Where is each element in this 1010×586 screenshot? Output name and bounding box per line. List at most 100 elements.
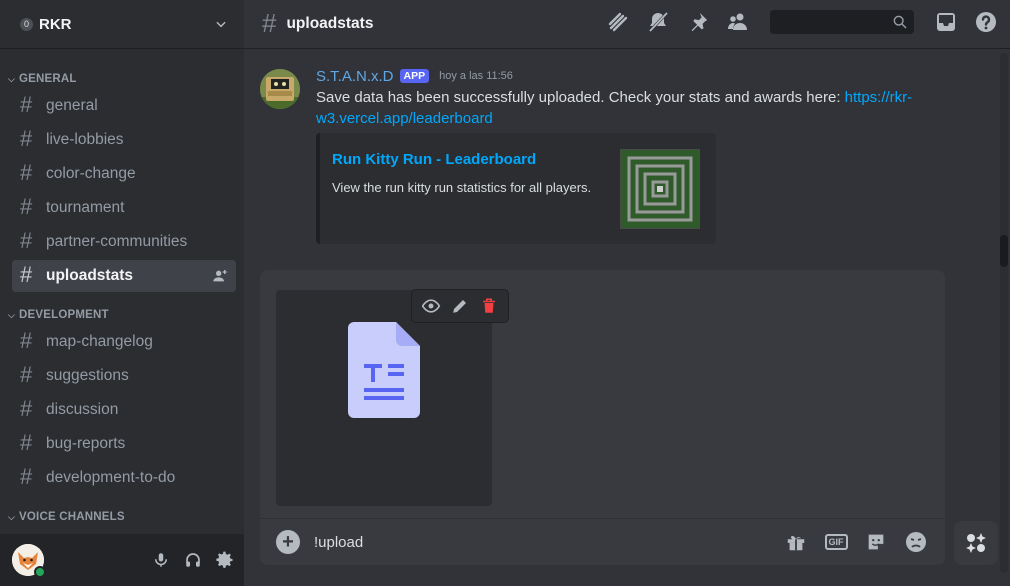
hash-icon: # (20, 328, 33, 353)
server-name: RKR (39, 15, 72, 33)
channel-label: tournament (46, 199, 125, 216)
add-attachment-button[interactable]: + (276, 530, 300, 554)
hash-icon: # (20, 160, 33, 185)
message-content: Save data has been successfully uploaded… (316, 87, 936, 129)
bot-avatar[interactable] (260, 69, 300, 109)
search-icon (893, 15, 907, 29)
channel-map-changelog[interactable]: # map-changelog (12, 326, 236, 358)
scrollbar-track[interactable] (1000, 53, 1008, 573)
file-attachment[interactable] (276, 290, 492, 506)
message-timestamp: hoy a las 11:56 (439, 70, 513, 82)
member-list-icon[interactable] (726, 10, 750, 34)
channel-discussion[interactable]: # discussion (12, 394, 236, 426)
channel-bug-reports[interactable]: # bug-reports (12, 428, 236, 460)
microphone-icon[interactable] (150, 549, 172, 571)
attachment-toolbar (412, 290, 508, 322)
link-embed: Run Kitty Run - Leaderboard View the run… (316, 133, 716, 244)
mute-notifications-icon[interactable] (646, 10, 670, 34)
embed-thumbnail[interactable] (620, 149, 700, 229)
message-author[interactable]: S.T.A.N.x.D (316, 68, 394, 85)
inbox-icon[interactable] (934, 10, 958, 34)
channel-general[interactable]: # general (12, 90, 236, 122)
app-badge: APP (399, 69, 430, 83)
message-input[interactable] (314, 533, 783, 551)
channel-tournament[interactable]: # tournament (12, 192, 236, 224)
gear-icon[interactable] (214, 549, 236, 571)
message: S.T.A.N.x.D APP hoy a las 11:56 Save dat… (260, 65, 950, 244)
channel-label: development-to-do (46, 469, 176, 486)
channel-suggestions[interactable]: # suggestions (12, 360, 236, 392)
apps-icon (966, 533, 986, 553)
chevron-down-icon: ⌵ (8, 310, 16, 320)
category-label: DEVELOPMENT (19, 309, 109, 321)
hash-icon: # (20, 262, 33, 287)
channel-color-change[interactable]: # color-change (12, 158, 236, 190)
hash-icon: # (262, 7, 277, 38)
user-panel (0, 534, 244, 586)
channel-title: uploadstats (286, 15, 374, 32)
embed-title[interactable]: Run Kitty Run - Leaderboard (332, 151, 536, 168)
category-label: VOICE CHANNELS (19, 511, 125, 523)
apps-button[interactable] (954, 521, 998, 565)
channel-sidebar: 0 RKR ⌵ GENERAL # general # live-lobbies #… (0, 0, 244, 586)
scrollbar-thumb[interactable] (1000, 235, 1008, 267)
hash-icon: # (20, 194, 33, 219)
category-general[interactable]: ⌵ GENERAL (0, 64, 244, 88)
headphones-icon[interactable] (182, 549, 204, 571)
composer-row: + GIF (260, 522, 945, 562)
channel-label: partner-communities (46, 233, 188, 250)
category-label: GENERAL (19, 73, 77, 85)
search-box[interactable] (770, 10, 914, 34)
channel-partner-communities[interactable]: # partner-communities (12, 226, 236, 258)
channel-list: ⌵ GENERAL # general # live-lobbies # color-… (0, 56, 244, 534)
message-composer: + GIF (260, 270, 945, 565)
gift-icon[interactable] (783, 529, 809, 555)
gif-button[interactable]: GIF (823, 529, 849, 555)
channel-label: discussion (46, 401, 119, 418)
channel-development-to-do[interactable]: # development-to-do (12, 462, 236, 494)
embed-description: View the run kitty run statistics for al… (332, 180, 592, 195)
channel-label: suggestions (46, 367, 129, 384)
channel-label: bug-reports (46, 435, 126, 452)
emoji-icon[interactable] (903, 529, 929, 555)
hash-icon: # (20, 92, 33, 117)
gif-label: GIF (824, 534, 848, 550)
channel-label: map-changelog (46, 333, 153, 350)
hash-icon: # (20, 126, 33, 151)
chevron-down-icon[interactable] (214, 17, 228, 31)
pin-icon[interactable] (686, 10, 710, 34)
category-development[interactable]: ⌵ DEVELOPMENT (0, 300, 244, 324)
help-icon[interactable] (974, 10, 998, 34)
chevron-down-icon: ⌵ (8, 512, 16, 522)
server-badge: 0 (20, 17, 33, 31)
trash-icon[interactable] (479, 296, 499, 316)
online-status-badge (34, 566, 46, 578)
add-member-icon[interactable] (212, 268, 228, 284)
bot-avatar-icon (260, 69, 300, 109)
composer-divider (260, 518, 945, 519)
channel-header: # uploadstats (244, 0, 1010, 49)
sticker-icon[interactable] (863, 529, 889, 555)
message-text: Save data has been successfully uploaded… (316, 89, 845, 106)
hash-icon: # (20, 228, 33, 253)
user-controls (150, 549, 236, 571)
header-toolbar (606, 10, 998, 34)
channel-uploadstats[interactable]: # uploadstats (12, 260, 236, 292)
pencil-icon[interactable] (450, 296, 470, 316)
hash-icon: # (20, 362, 33, 387)
maze-thumbnail-icon (621, 150, 699, 228)
channel-label: general (46, 97, 98, 114)
avatar[interactable] (12, 544, 46, 578)
message-area: S.T.A.N.x.D APP hoy a las 11:56 Save dat… (244, 49, 1010, 586)
channel-label: uploadstats (46, 267, 133, 284)
channel-live-lobbies[interactable]: # live-lobbies (12, 124, 236, 156)
channel-label: color-change (46, 165, 136, 182)
channel-label: live-lobbies (46, 131, 124, 148)
hash-icon: # (20, 464, 33, 489)
category-voice[interactable]: ⌵ VOICE CHANNELS (0, 502, 244, 526)
eye-icon[interactable] (421, 296, 441, 316)
text-file-icon (348, 322, 420, 418)
threads-icon[interactable] (606, 10, 630, 34)
server-header[interactable]: 0 RKR (0, 0, 244, 49)
chevron-down-icon: ⌵ (8, 74, 16, 84)
